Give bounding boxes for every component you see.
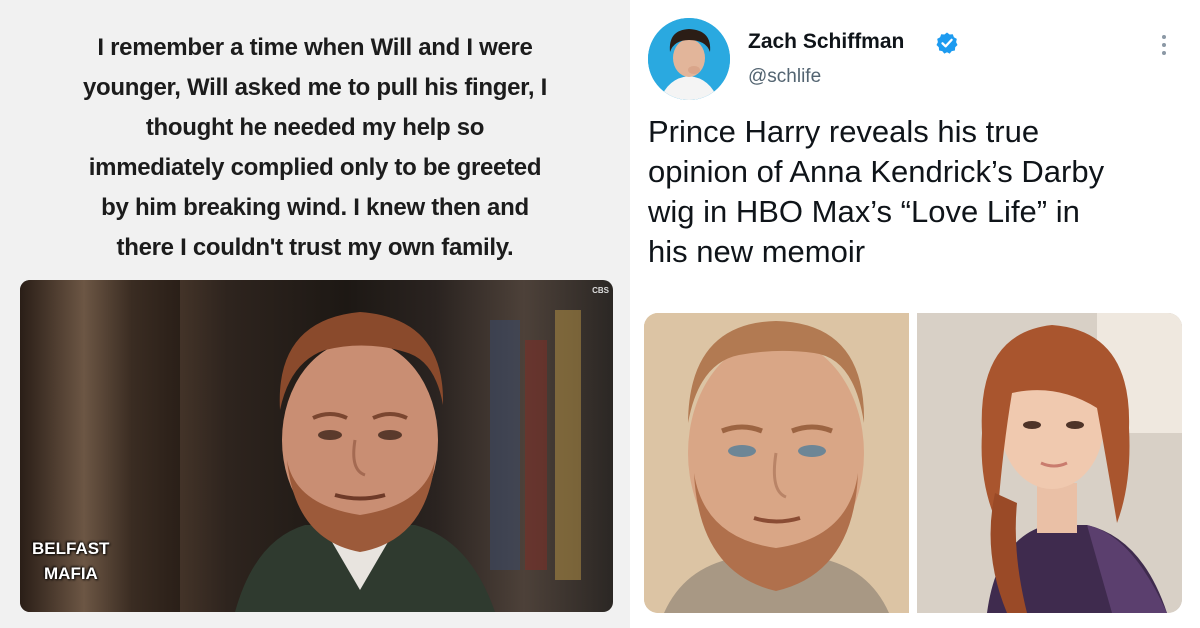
more-options-icon[interactable]	[1159, 32, 1169, 58]
author-name[interactable]: Zach Schiffman	[748, 30, 904, 54]
media-divider	[909, 313, 917, 613]
meme-panel: I remember a time when Will and I were y…	[0, 0, 630, 628]
overlay-line: BELFAST	[32, 539, 110, 558]
tweet-photo-2[interactable]	[917, 313, 1182, 613]
tweet-text-line: opinion of Anna Kendrick’s Darby	[648, 154, 1105, 189]
bookshelf-book	[525, 340, 547, 570]
meme-caption-line: by him breaking wind. I knew then and	[101, 194, 529, 221]
meme-caption-line: I remember a time when Will and I were	[97, 34, 533, 61]
tweet-media-grid	[644, 313, 1182, 613]
author-handle[interactable]: @schlife	[748, 66, 821, 88]
author-avatar[interactable]	[648, 18, 730, 100]
network-watermark: CBS	[592, 286, 609, 295]
meme-caption-line: thought he needed my help so	[145, 114, 485, 141]
meme-caption: I remember a time when Will and I were y…	[20, 28, 610, 268]
tweet-text-line: Prince Harry reveals his true	[648, 114, 1040, 149]
tweet-text: Prince Harry reveals his true opinion of…	[648, 112, 1188, 272]
avatar-portrait	[648, 18, 730, 100]
tweet-text-line: wig in HBO Max’s “Love Life” in	[648, 194, 1080, 229]
meme-caption-line: there I couldn't trust my own family.	[116, 234, 514, 261]
meme-overlay-text: BELFAST MAFIA	[32, 536, 109, 586]
verified-badge-icon	[936, 32, 958, 54]
bookshelf-book	[555, 310, 581, 580]
memoir-cover-portrait	[644, 313, 909, 613]
overlay-line: MAFIA	[44, 564, 98, 583]
interview-photo: CBS BELFAST MAFIA	[20, 280, 613, 612]
actress-still	[917, 313, 1182, 613]
interview-subject-portrait	[235, 312, 495, 612]
meme-caption-line: younger, Will asked me to pull his finge…	[82, 74, 547, 101]
tweet-card: Zach Schiffman @schlife Prince Harry rev…	[630, 0, 1200, 628]
tweet-text-line: his new memoir	[648, 234, 866, 269]
tweet-photo-1[interactable]	[644, 313, 909, 613]
meme-caption-line: immediately complied only to be greeted	[88, 154, 542, 181]
